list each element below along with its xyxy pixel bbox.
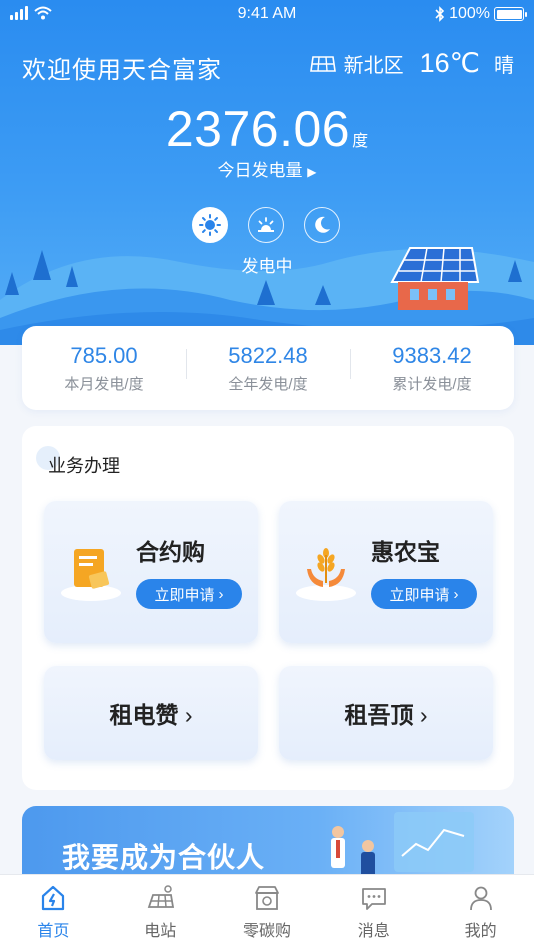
generation-status: 发电中 [241, 257, 293, 276]
caret-right-icon: ▶ [307, 165, 317, 179]
apply-label: 立即申请 [389, 586, 450, 604]
tab-label: 首页 [37, 923, 70, 940]
chevron-right-icon: › [453, 585, 459, 603]
home-icon [42, 885, 65, 911]
temperature: 16℃ [419, 48, 480, 78]
tab-messages[interactable]: 消息 [320, 875, 427, 950]
tab-station[interactable]: 电站 [107, 875, 214, 950]
location-weather[interactable]: 新北区 16℃ 晴 [309, 48, 514, 79]
mode-switcher [192, 207, 340, 243]
message-icon [361, 888, 386, 910]
moon-icon [315, 216, 330, 233]
power-station-icon [147, 885, 175, 908]
tab-bar: 首页 电站 零碳购 消息 我的 [0, 874, 534, 950]
stat-value: 5822.48 [228, 342, 308, 368]
apply-label: 立即申请 [154, 586, 215, 604]
stat-month[interactable]: 785.00 本月发电/度 [22, 343, 186, 394]
today-label: 今日发电量 [217, 161, 303, 180]
tab-home[interactable]: 首页 [0, 875, 107, 950]
moon-mode-button[interactable] [304, 207, 340, 243]
business-section: 业务办理 合约购 立即申请 › 惠农宝 立即申请 › 租电赞 › 租吾顶 › [22, 426, 514, 790]
welcome-text: 欢迎使用天合富家 [22, 57, 222, 84]
generation-stats-card: 785.00 本月发电/度 5822.48 全年发电/度 9383.42 累计发… [22, 326, 514, 410]
tile-title-text: 租电赞 [109, 702, 179, 728]
today-unit: 度 [352, 133, 369, 150]
tab-profile[interactable]: 我的 [427, 875, 534, 950]
solar-panel-icon [309, 55, 336, 72]
status-bar: 9:41 AM 100% [0, 0, 534, 30]
chevron-right-icon: › [218, 585, 224, 603]
sunrise-mode-button[interactable] [248, 207, 284, 243]
chevron-right-icon: › [419, 702, 428, 728]
tile-title-text: 租吾顶 [344, 702, 414, 728]
chevron-right-icon: › [184, 702, 193, 728]
stat-label: 累计发电/度 [392, 375, 472, 393]
contract-icon [60, 541, 122, 608]
apply-button[interactable]: 立即申请 › [371, 579, 477, 609]
today-value: 2376.06 [165, 101, 351, 157]
sun-mode-button[interactable] [192, 207, 228, 243]
tab-label: 我的 [464, 923, 497, 940]
tab-label: 零碳购 [242, 923, 291, 940]
district-label: 新北区 [343, 55, 404, 77]
tab-label: 消息 [357, 923, 390, 940]
tile-title: 租电赞 › [44, 696, 258, 730]
apply-button[interactable]: 立即申请 › [136, 579, 242, 609]
tile-heyuegou[interactable]: 合约购 立即申请 › [44, 501, 258, 643]
bluetooth-icon [435, 6, 445, 22]
status-right: 100% [435, 5, 527, 23]
sun-icon [199, 214, 221, 236]
battery-percent: 100% [449, 5, 490, 22]
tile-title: 租吾顶 › [279, 696, 493, 730]
tab-label: 电站 [144, 923, 177, 940]
tile-title: 合约购 [136, 539, 205, 565]
hero-header: 9:41 AM 100% 欢迎使用天合富家 新北区 16℃ 晴 2376.06 度… [0, 0, 534, 345]
battery-icon [494, 7, 527, 21]
tile-huinongbao[interactable]: 惠农宝 立即申请 › [279, 501, 493, 643]
shop-icon [255, 886, 279, 910]
partner-title: 我要成为合伙人 [62, 842, 266, 873]
profile-icon [469, 886, 492, 911]
weather-label: 晴 [494, 55, 514, 77]
sunrise-icon [258, 217, 274, 232]
stat-label: 本月发电/度 [64, 375, 144, 393]
today-generation: 2376.06 度 [0, 100, 534, 158]
stat-label: 全年发电/度 [228, 375, 308, 393]
tile-title: 惠农宝 [371, 539, 440, 565]
today-label-link[interactable]: 今日发电量 ▶ [0, 156, 534, 181]
stat-value: 785.00 [70, 342, 138, 368]
tile-zuwuding[interactable]: 租吾顶 › [279, 666, 493, 760]
stat-value: 9383.42 [392, 342, 472, 368]
stat-total[interactable]: 9383.42 累计发电/度 [350, 343, 514, 394]
tile-zudianzan[interactable]: 租电赞 › [44, 666, 258, 760]
business-title: 业务办理 [48, 456, 120, 476]
tab-shop[interactable]: 零碳购 [214, 875, 321, 950]
wheat-hands-icon [295, 541, 357, 608]
stat-year[interactable]: 5822.48 全年发电/度 [186, 343, 350, 394]
